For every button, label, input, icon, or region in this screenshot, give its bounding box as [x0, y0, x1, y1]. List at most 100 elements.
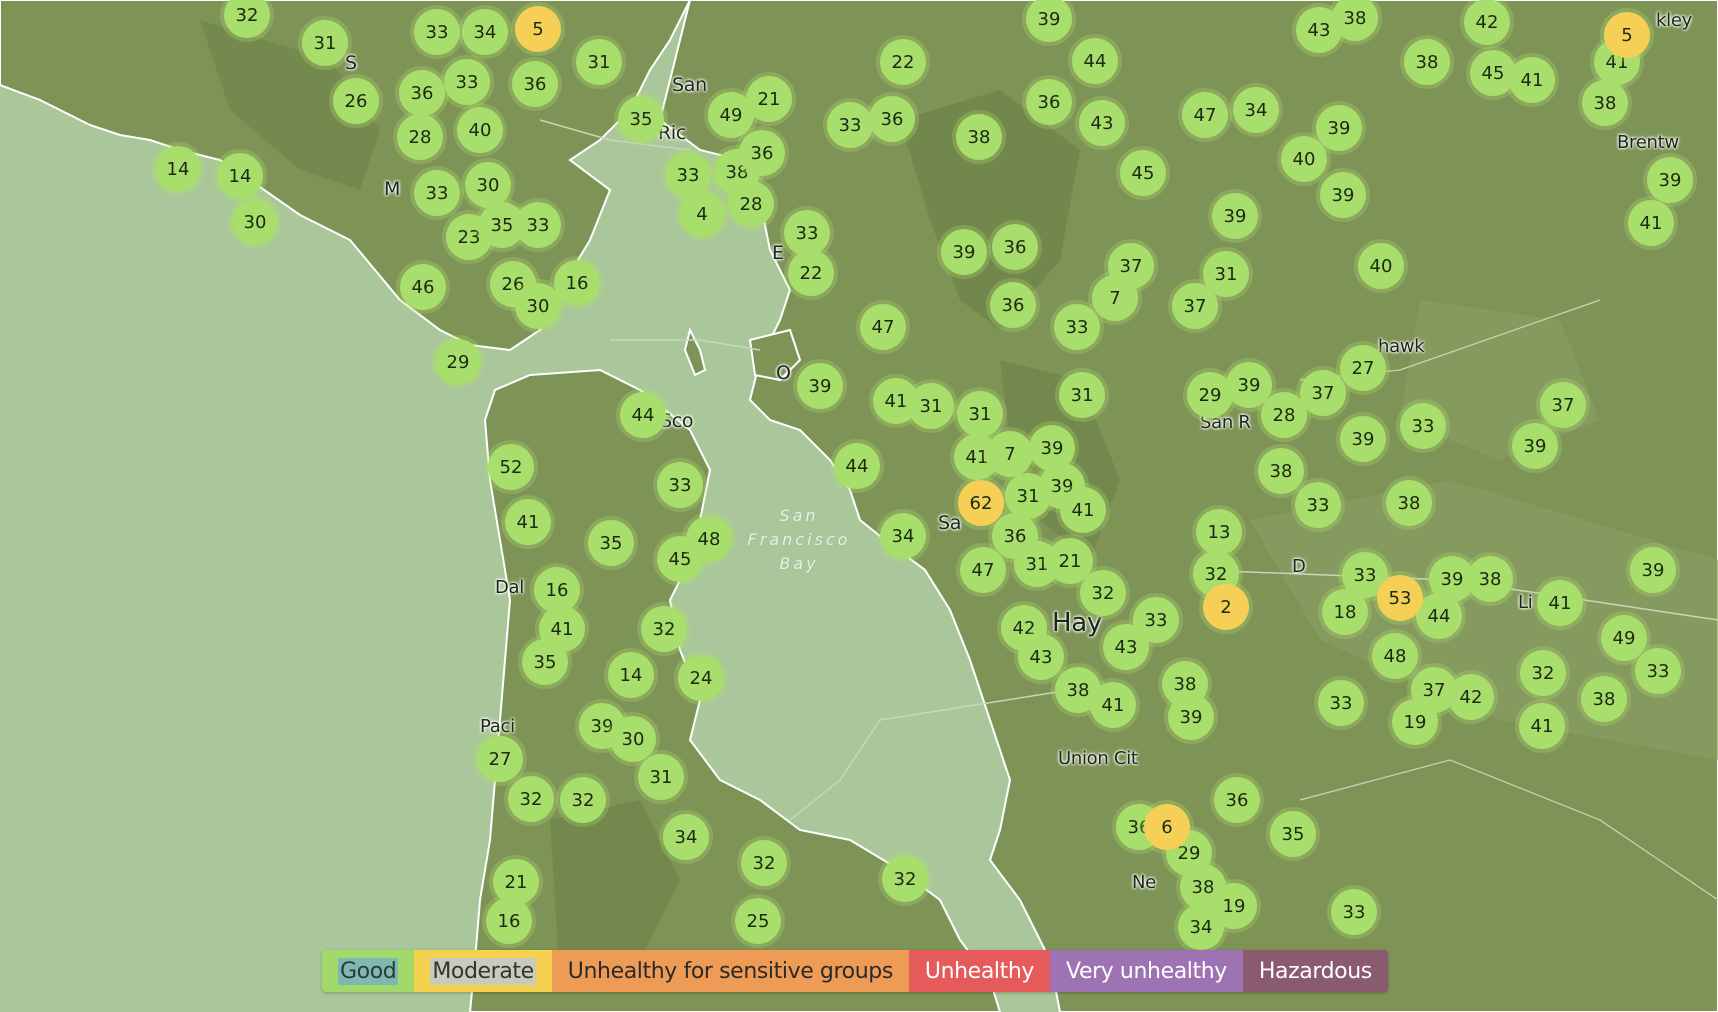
markers_good-aqi-marker[interactable]: 16 — [486, 898, 532, 944]
markers_good-aqi-marker[interactable]: 39 — [1630, 547, 1676, 593]
markers_good-aqi-marker[interactable]: 40 — [457, 107, 503, 153]
markers_good-aqi-marker[interactable]: 14 — [608, 652, 654, 698]
markers_good-aqi-marker[interactable]: 42 — [1448, 674, 1494, 720]
markers_good-aqi-marker[interactable]: 30 — [610, 716, 656, 762]
markers_good-aqi-marker[interactable]: 25 — [735, 898, 781, 944]
markers_good-aqi-marker[interactable]: 14 — [217, 153, 263, 199]
markers_good-aqi-marker[interactable]: 33 — [1400, 403, 1446, 449]
markers_good-aqi-marker[interactable]: 44 — [834, 443, 880, 489]
markers_good-aqi-marker[interactable]: 47 — [860, 304, 906, 350]
markers_good-aqi-marker[interactable]: 13 — [1196, 509, 1242, 555]
markers_good-aqi-marker[interactable]: 47 — [1182, 92, 1228, 138]
markers_good-aqi-marker[interactable]: 38 — [1332, 0, 1378, 41]
markers_moderate-aqi-marker[interactable]: 62 — [958, 480, 1004, 526]
markers_good-aqi-marker[interactable]: 39 — [1212, 193, 1258, 239]
markers_good-aqi-marker[interactable]: 38 — [1467, 556, 1513, 602]
markers_good-aqi-marker[interactable]: 34 — [1178, 904, 1224, 950]
markers_good-aqi-marker[interactable]: 33 — [1295, 482, 1341, 528]
markers_good-aqi-marker[interactable]: 39 — [1512, 423, 1558, 469]
markers_good-aqi-marker[interactable]: 24 — [678, 655, 724, 701]
legend-unhealthy[interactable]: Unhealthy — [908, 950, 1050, 992]
markers_good-aqi-marker[interactable]: 34 — [1233, 87, 1279, 133]
markers_good-aqi-marker[interactable]: 31 — [576, 39, 622, 85]
markers_good-aqi-marker[interactable]: 39 — [1320, 172, 1366, 218]
markers_good-aqi-marker[interactable]: 33 — [444, 59, 490, 105]
markers_good-aqi-marker[interactable]: 37 — [1540, 382, 1586, 428]
markers_good-aqi-marker[interactable]: 33 — [515, 202, 561, 248]
markers_good-aqi-marker[interactable]: 39 — [941, 229, 987, 275]
markers_good-aqi-marker[interactable]: 32 — [882, 856, 928, 902]
markers_good-aqi-marker[interactable]: 33 — [1331, 889, 1377, 935]
markers_good-aqi-marker[interactable]: 43 — [1103, 624, 1149, 670]
markers_good-aqi-marker[interactable]: 38 — [1258, 448, 1304, 494]
markers_good-aqi-marker[interactable]: 38 — [1404, 39, 1450, 85]
markers_good-aqi-marker[interactable]: 33 — [784, 210, 830, 256]
markers_good-aqi-marker[interactable]: 32 — [560, 777, 606, 823]
markers_good-aqi-marker[interactable]: 30 — [515, 283, 561, 329]
markers_good-aqi-marker[interactable]: 36 — [1214, 777, 1260, 823]
markers_good-aqi-marker[interactable]: 41 — [1537, 580, 1583, 626]
markers_good-aqi-marker[interactable]: 31 — [957, 391, 1003, 437]
markers_good-aqi-marker[interactable]: 32 — [224, 0, 270, 38]
air-quality-map[interactable]: San Francisco Bay San Ric M S O E Sco Da… — [0, 0, 1718, 1012]
markers_good-aqi-marker[interactable]: 35 — [588, 520, 634, 566]
markers_good-aqi-marker[interactable]: 28 — [397, 114, 443, 160]
markers_good-aqi-marker[interactable]: 36 — [512, 61, 558, 107]
markers_good-aqi-marker[interactable]: 31 — [302, 20, 348, 66]
markers_good-aqi-marker[interactable]: 4 — [679, 191, 725, 237]
legend-very-unhealthy[interactable]: Very unhealthy — [1050, 950, 1243, 992]
markers_good-aqi-marker[interactable]: 39 — [1647, 157, 1693, 203]
markers_good-aqi-marker[interactable]: 32 — [741, 840, 787, 886]
markers_good-aqi-marker[interactable]: 46 — [400, 264, 446, 310]
markers_good-aqi-marker[interactable]: 38 — [1581, 676, 1627, 722]
markers_good-aqi-marker[interactable]: 40 — [1281, 136, 1327, 182]
markers_good-aqi-marker[interactable]: 44 — [1072, 38, 1118, 84]
markers_good-aqi-marker[interactable]: 33 — [657, 462, 703, 508]
markers_good-aqi-marker[interactable]: 40 — [1358, 243, 1404, 289]
markers_good-aqi-marker[interactable]: 39 — [1026, 0, 1072, 42]
markers_good-aqi-marker[interactable]: 34 — [663, 814, 709, 860]
markers_good-aqi-marker[interactable]: 49 — [1601, 615, 1647, 661]
markers_good-aqi-marker[interactable]: 28 — [728, 181, 774, 227]
markers_good-aqi-marker[interactable]: 44 — [620, 392, 666, 438]
markers_good-aqi-marker[interactable]: 41 — [505, 499, 551, 545]
markers_good-aqi-marker[interactable]: 41 — [1509, 57, 1555, 103]
markers_good-aqi-marker[interactable]: 37 — [1172, 283, 1218, 329]
markers_good-aqi-marker[interactable]: 31 — [638, 754, 684, 800]
markers_good-aqi-marker[interactable]: 52 — [488, 444, 534, 490]
markers_good-aqi-marker[interactable]: 31 — [1059, 372, 1105, 418]
markers_good-aqi-marker[interactable]: 26 — [333, 78, 379, 124]
markers_good-aqi-marker[interactable]: 33 — [1054, 304, 1100, 350]
markers_good-aqi-marker[interactable]: 27 — [1340, 345, 1386, 391]
markers_good-aqi-marker[interactable]: 38 — [956, 114, 1002, 160]
markers_good-aqi-marker[interactable]: 38 — [1386, 480, 1432, 526]
markers_good-aqi-marker[interactable]: 30 — [232, 199, 278, 245]
markers_good-aqi-marker[interactable]: 35 — [618, 96, 664, 142]
markers_good-aqi-marker[interactable]: 48 — [686, 516, 732, 562]
markers_good-aqi-marker[interactable]: 36 — [990, 282, 1036, 328]
markers_good-aqi-marker[interactable]: 33 — [1318, 680, 1364, 726]
markers_good-aqi-marker[interactable]: 36 — [1026, 79, 1072, 125]
legend-good[interactable]: Good — [322, 950, 415, 992]
markers_good-aqi-marker[interactable]: 45 — [1120, 150, 1166, 196]
markers_good-aqi-marker[interactable]: 28 — [1261, 392, 1307, 438]
markers_good-aqi-marker[interactable]: 36 — [869, 96, 915, 142]
markers_good-aqi-marker[interactable]: 33 — [827, 102, 873, 148]
markers_good-aqi-marker[interactable]: 41 — [1519, 703, 1565, 749]
markers_good-aqi-marker[interactable]: 42 — [1464, 0, 1510, 45]
markers_good-aqi-marker[interactable]: 41 — [1060, 487, 1106, 533]
markers_good-aqi-marker[interactable]: 35 — [522, 639, 568, 685]
markers_good-aqi-marker[interactable]: 43 — [1079, 100, 1125, 146]
markers_good-aqi-marker[interactable]: 31 — [908, 383, 954, 429]
markers_good-aqi-marker[interactable]: 43 — [1018, 634, 1064, 680]
legend-unhealthy-sensitive[interactable]: Unhealthy for sensitive groups — [551, 950, 909, 992]
markers_moderate-aqi-marker[interactable]: 2 — [1203, 584, 1249, 630]
markers_good-aqi-marker[interactable]: 36 — [399, 70, 445, 116]
markers_good-aqi-marker[interactable]: 41 — [1628, 200, 1674, 246]
markers_good-aqi-marker[interactable]: 19 — [1392, 699, 1438, 745]
markers_good-aqi-marker[interactable]: 18 — [1322, 589, 1368, 635]
markers_good-aqi-marker[interactable]: 37 — [1300, 370, 1346, 416]
markers_good-aqi-marker[interactable]: 41 — [1090, 682, 1136, 728]
markers_good-aqi-marker[interactable]: 33 — [414, 9, 460, 55]
markers_moderate-aqi-marker[interactable]: 6 — [1144, 804, 1190, 850]
